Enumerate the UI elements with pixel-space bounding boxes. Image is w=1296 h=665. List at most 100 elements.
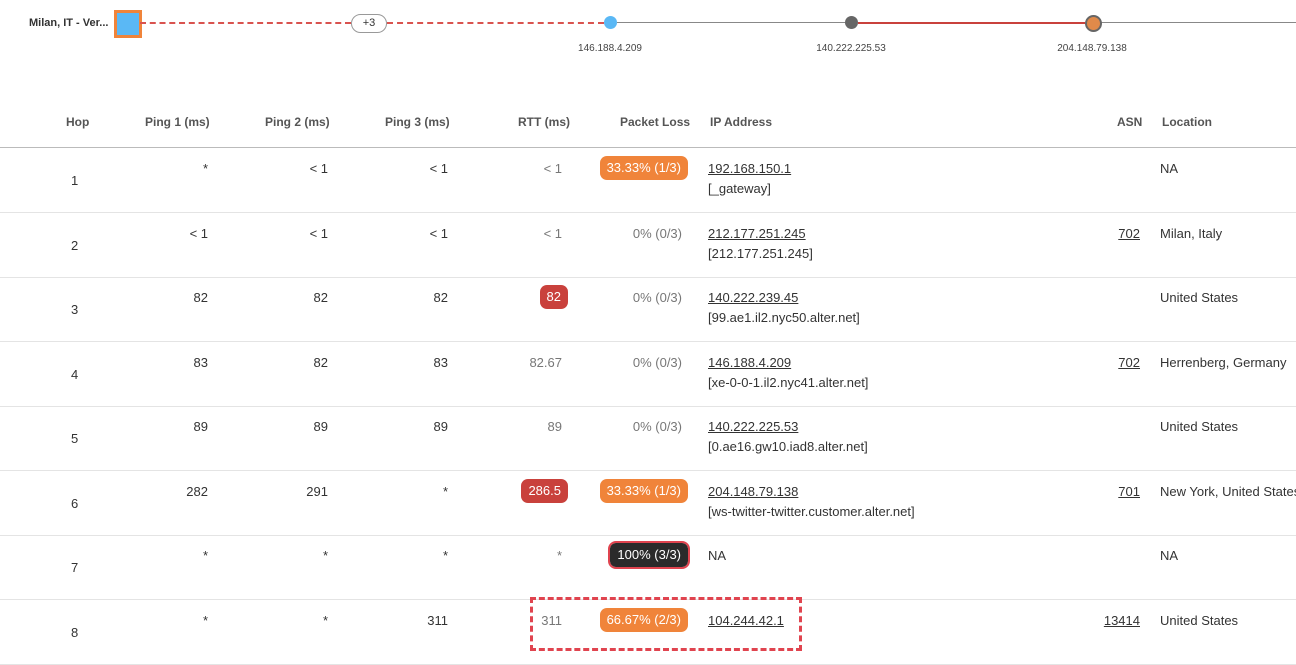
ping1-value: *: [202, 613, 208, 628]
packet-loss-value: 0% (0/3): [632, 355, 682, 370]
header-ping2[interactable]: Ping 2 (ms): [265, 115, 330, 129]
packet-loss-badge: 100% (3/3): [608, 541, 690, 569]
hop-number: 3: [71, 302, 79, 317]
path-segment-dashed: [140, 22, 351, 24]
path-node-label: 140.222.225.53: [816, 43, 886, 54]
ping2-value: 291: [306, 484, 328, 499]
hop-number: 7: [71, 560, 79, 575]
rtt-value: 89: [547, 419, 562, 434]
asn-link[interactable]: 702: [1118, 226, 1140, 241]
location: NA: [1160, 161, 1179, 176]
source-node[interactable]: [114, 10, 142, 38]
source-label[interactable]: Milan, IT - Ver...: [29, 17, 108, 29]
ping1-value: *: [202, 548, 208, 563]
ping3-value: < 1: [429, 161, 448, 176]
ping1-value: *: [202, 161, 208, 176]
hop-number: 2: [71, 238, 79, 253]
ping2-value: < 1: [309, 226, 328, 241]
table-row: 2 < 1 < 1 < 1 < 1 0% (0/3) 212.177.251.245 [212…: [0, 213, 1296, 278]
hostname: [212.177.251.245]: [708, 246, 813, 261]
table-header: Hop Ping 1 (ms) Ping 2 (ms) Ping 3 (ms) …: [0, 100, 1296, 148]
hop-number: 4: [71, 367, 79, 382]
packet-loss-value: 0% (0/3): [632, 290, 682, 305]
location: Milan, Italy: [1160, 226, 1223, 241]
location: United States: [1160, 613, 1239, 628]
ping3-value: 83: [433, 355, 448, 370]
hostname: [ws-twitter-twitter.customer.alter.net]: [708, 504, 915, 519]
trace-path-bar: Milan, IT - Ver... +3 146.188.4.209 140.…: [0, 0, 1296, 66]
hostname: [0.ae16.gw10.iad8.alter.net]: [708, 439, 868, 454]
ip-address-link[interactable]: 146.188.4.209: [708, 355, 791, 370]
packet-loss-badge: 33.33% (1/3): [599, 479, 688, 503]
ip-address-link[interactable]: 140.222.225.53: [708, 419, 798, 434]
ip-address-link[interactable]: 140.222.239.45: [708, 290, 798, 305]
table-row: 4 83 82 83 82.67 0% (0/3) 146.188.4.209 [xe-0-0…: [0, 342, 1296, 407]
header-ping3[interactable]: Ping 3 (ms): [385, 115, 450, 129]
ping3-value: *: [442, 484, 448, 499]
header-ping1[interactable]: Ping 1 (ms): [145, 115, 210, 129]
ping3-value: 89: [433, 419, 448, 434]
header-location[interactable]: Location: [1162, 115, 1212, 129]
ip-address-link[interactable]: 204.148.79.138: [708, 484, 798, 499]
path-node[interactable]: [1085, 15, 1102, 32]
hostname: [_gateway]: [708, 181, 771, 196]
ping1-value: 89: [193, 419, 208, 434]
asn-link[interactable]: 702: [1118, 355, 1140, 370]
location: United States: [1160, 290, 1239, 305]
table-row: 1 * < 1 < 1 < 1 33.33% (1/3) 192.168.150.1 [_ga…: [0, 148, 1296, 213]
packet-loss-badge: 33.33% (1/3): [599, 156, 688, 180]
path-node[interactable]: [845, 16, 858, 29]
rtt-alert-badge: 286.5: [521, 479, 568, 503]
path-segment-dashed: [387, 22, 604, 24]
ping2-value: 82: [313, 290, 328, 305]
path-segment: [617, 22, 845, 23]
ping1-value: < 1: [189, 226, 208, 241]
header-ip-address[interactable]: IP Address: [710, 115, 772, 129]
ip-address-link[interactable]: 192.168.150.1: [708, 161, 791, 176]
header-rtt[interactable]: RTT (ms): [518, 115, 570, 129]
rtt-value: < 1: [543, 161, 562, 176]
ping3-value: < 1: [429, 226, 448, 241]
ip-address: NA: [708, 548, 727, 563]
hostname: [xe-0-0-1.il2.nyc41.alter.net]: [708, 375, 869, 390]
ping2-value: *: [322, 613, 328, 628]
location: Herrenberg, Germany: [1160, 355, 1287, 370]
table-row: 7 * * * * 100% (3/3) NA NA: [0, 535, 1296, 600]
ping1-value: 82: [193, 290, 208, 305]
path-node[interactable]: [604, 16, 617, 29]
ping2-value: < 1: [309, 161, 328, 176]
ping2-value: *: [322, 548, 328, 563]
highlight-box: [530, 597, 802, 651]
ping2-value: 89: [313, 419, 328, 434]
location: New York, United States: [1160, 484, 1296, 499]
asn-link[interactable]: 13414: [1104, 613, 1140, 628]
location: NA: [1160, 548, 1179, 563]
rtt-value: < 1: [543, 226, 562, 241]
ip-address-link[interactable]: 212.177.251.245: [708, 226, 806, 241]
table-row: 6 282 291 * 286.5 33.33% (1/3) 204.148.79.138 […: [0, 471, 1296, 536]
table-row: 5 89 89 89 89 0% (0/3) 140.222.225.53 [0.ae16.g…: [0, 406, 1296, 471]
asn-link[interactable]: 701: [1118, 484, 1140, 499]
ping3-value: 311: [427, 613, 448, 628]
packet-loss-value: 0% (0/3): [632, 419, 682, 434]
hop-number: 6: [71, 496, 79, 511]
ping2-value: 82: [313, 355, 328, 370]
header-packet-loss[interactable]: Packet Loss: [620, 115, 690, 129]
hidden-hops-pill[interactable]: +3: [351, 14, 387, 33]
ping3-value: *: [442, 548, 448, 563]
ping3-value: 82: [433, 290, 448, 305]
header-asn[interactable]: ASN: [1117, 115, 1142, 129]
rtt-value: 82.67: [529, 355, 562, 370]
packet-loss-value: 0% (0/3): [632, 226, 682, 241]
path-node-label: 204.148.79.138: [1057, 43, 1127, 54]
path-segment-alert: [858, 22, 1085, 24]
hop-number: 1: [71, 173, 79, 188]
hostname: [99.ae1.il2.nyc50.alter.net]: [708, 310, 860, 325]
header-hop[interactable]: Hop: [66, 115, 89, 129]
rtt-value: *: [556, 548, 562, 563]
ping1-value: 282: [186, 484, 208, 499]
hop-number: 5: [71, 431, 79, 446]
path-node-label: 146.188.4.209: [578, 43, 642, 54]
hop-number: 8: [71, 625, 79, 640]
rtt-alert-badge: 82: [539, 285, 568, 309]
